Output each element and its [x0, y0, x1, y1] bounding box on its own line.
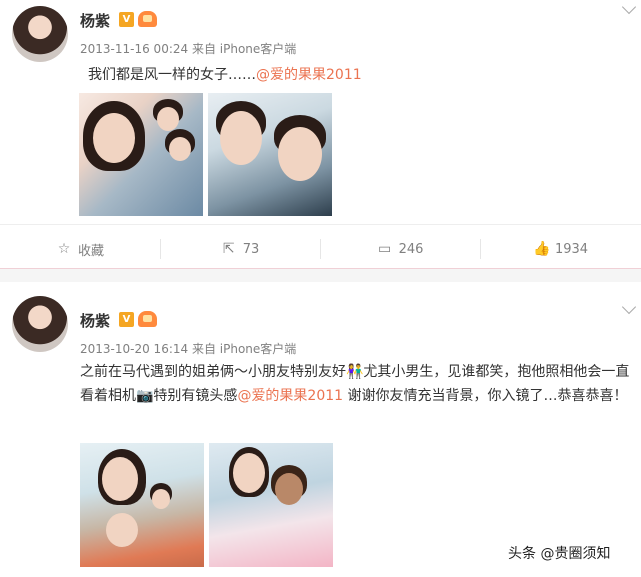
comment-count: 246	[398, 241, 424, 257]
forward-icon: ⇱	[222, 241, 235, 257]
post-photo[interactable]	[208, 93, 332, 216]
post-divider	[0, 268, 641, 282]
comment-icon: ▭	[377, 241, 392, 257]
mention-link[interactable]: @爱的果果2011	[256, 67, 362, 83]
post-text: 我们都是风一样的女子……@爱的果果2011	[88, 63, 640, 87]
divider-line	[0, 224, 641, 225]
post-text-tail: 谢谢你友情充当背景，你入镜了…恭喜恭喜！	[343, 388, 628, 404]
post-timestamp[interactable]: 2013-11-16 00:24	[80, 42, 188, 56]
post-photo[interactable]	[209, 443, 333, 567]
post-photo[interactable]	[79, 93, 203, 216]
verified-badge-icon: V	[119, 12, 134, 27]
post-actions: ☆ 收藏 ⇱ 73 ▭ 246 👍 1934	[0, 232, 641, 266]
comment-button[interactable]: ▭ 246	[320, 232, 480, 266]
post-source: 来自 iPhone客户端	[191, 342, 297, 356]
watermark: 头条 @贵圈须知	[502, 541, 617, 567]
favorite-label: 收藏	[77, 243, 104, 259]
post-text-body: 我们都是风一样的女子……	[88, 67, 256, 83]
author-name[interactable]: 杨紫	[80, 10, 110, 31]
mention-link[interactable]: @爱的果果2011	[237, 388, 343, 404]
verified-badge-icon: V	[119, 312, 134, 327]
post-meta: 2013-10-20 16:14 来自 iPhone客户端	[80, 340, 296, 357]
post-timestamp[interactable]: 2013-10-20 16:14	[80, 342, 188, 356]
post-text: 之前在马代遇到的姐弟俩～小朋友特别友好👫尤其小男生，见谁都笑，抱他照相他会一直看…	[80, 360, 632, 408]
forward-button[interactable]: ⇱ 73	[160, 232, 320, 266]
chevron-down-icon[interactable]	[621, 0, 637, 15]
forward-count: 73	[242, 241, 260, 257]
like-count: 1934	[554, 241, 589, 257]
author-name[interactable]: 杨紫	[80, 310, 110, 331]
post-photo[interactable]	[80, 443, 204, 567]
chevron-down-icon[interactable]	[621, 299, 637, 315]
weibo-post: 杨紫 V 2013-11-16 00:24 来自 iPhone客户端 我们都是风…	[0, 0, 641, 268]
avatar[interactable]	[12, 6, 68, 62]
like-button[interactable]: 👍 1934	[480, 232, 641, 266]
member-crown-icon	[138, 311, 157, 327]
post-source: 来自 iPhone客户端	[191, 42, 297, 56]
star-icon: ☆	[57, 241, 71, 257]
post-meta: 2013-11-16 00:24 来自 iPhone客户端	[80, 40, 296, 57]
thumbs-up-icon: 👍	[532, 241, 551, 257]
avatar[interactable]	[12, 296, 68, 352]
member-crown-icon	[138, 11, 157, 27]
favorite-button[interactable]: ☆ 收藏	[0, 232, 160, 266]
